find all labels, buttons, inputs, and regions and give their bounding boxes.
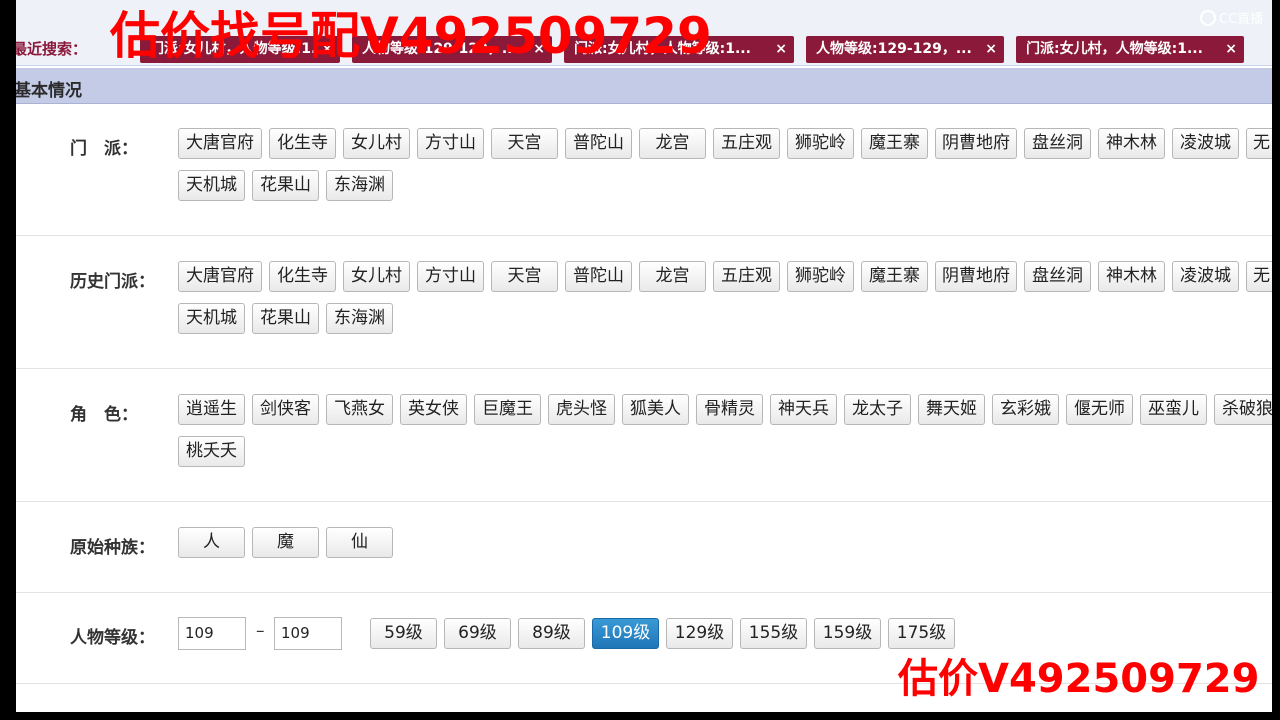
recent-search-chip-label: 人物等级:129-129，... [816, 41, 972, 57]
history-sect-option[interactable]: 狮驼岭 [787, 261, 854, 292]
history-sect-filter-row: 历史门派： 大唐官府 化生寺 女儿村 方寸山 天宫 普陀山 龙宫 五庄观 狮驼岭… [16, 237, 1272, 369]
section-header: 基本情况 [16, 68, 1272, 104]
history-sect-option[interactable]: 东海渊 [326, 303, 393, 334]
recent-search-chip[interactable]: 人物等级:129-129，... × [806, 36, 1004, 63]
level-preset-button[interactable]: 69级 [444, 618, 511, 649]
race-option[interactable]: 魔 [252, 527, 319, 558]
role-option[interactable]: 杀破狼 [1214, 394, 1272, 425]
level-preset-button[interactable]: 59级 [370, 618, 437, 649]
recent-search-chip[interactable]: 门派:女儿村，人物等级:1... × [1016, 36, 1244, 63]
role-option[interactable]: 剑侠客 [252, 394, 319, 425]
close-icon[interactable]: × [985, 36, 997, 63]
sect-option[interactable]: 神木林 [1098, 128, 1165, 159]
race-filter-label: 原始种族： [70, 538, 155, 558]
history-sect-option[interactable]: 阴曹地府 [935, 261, 1017, 292]
sect-option[interactable]: 天宫 [491, 128, 558, 159]
history-sect-option[interactable]: 龙宫 [639, 261, 706, 292]
role-option[interactable]: 狐美人 [622, 394, 689, 425]
sect-option[interactable]: 花果山 [252, 170, 319, 201]
history-sect-option[interactable]: 天宫 [491, 261, 558, 292]
level-preset-button[interactable]: 129级 [666, 618, 733, 649]
history-sect-option[interactable]: 五庄观 [713, 261, 780, 292]
role-option[interactable]: 骨精灵 [696, 394, 763, 425]
level-preset-button[interactable]: 89级 [518, 618, 585, 649]
recent-search-label: 最近搜索： [16, 40, 88, 58]
history-sect-option[interactable]: 魔王寨 [861, 261, 928, 292]
cc-logo-text: CC直播 [1219, 12, 1264, 27]
level-range-dash: – [256, 621, 265, 641]
sect-filter-row: 门 派： 大唐官府 化生寺 女儿村 方寸山 天宫 普陀山 龙宫 五庄观 狮驼岭 … [16, 106, 1272, 236]
cc-logo-icon [1200, 10, 1216, 26]
race-option[interactable]: 仙 [326, 527, 393, 558]
close-icon[interactable]: × [775, 36, 787, 63]
history-sect-option[interactable]: 凌波城 [1172, 261, 1239, 292]
history-sect-option[interactable]: 方寸山 [417, 261, 484, 292]
screen: 最近搜索： 门派:女儿村，人物等级:1... × 人物等级:129-129，..… [0, 0, 1280, 720]
close-icon[interactable]: × [1225, 36, 1237, 63]
level-preset-button[interactable]: 175级 [888, 618, 955, 649]
history-sect-option[interactable]: 女儿村 [343, 261, 410, 292]
role-option[interactable]: 虎头怪 [548, 394, 615, 425]
level-preset-button[interactable]: 159级 [814, 618, 881, 649]
level-preset-button[interactable]: 155级 [740, 618, 807, 649]
role-option[interactable]: 舞天姬 [918, 394, 985, 425]
history-sect-filter-label: 历史门派： [70, 272, 155, 292]
history-sect-option[interactable]: 大唐官府 [178, 261, 262, 292]
role-option[interactable]: 巫蛮儿 [1140, 394, 1207, 425]
level-preset-button-selected[interactable]: 109级 [592, 618, 659, 649]
sect-option[interactable]: 龙宫 [639, 128, 706, 159]
watermark-top: 估价找号配V492509729 [110, 7, 712, 65]
sect-option[interactable]: 大唐官府 [178, 128, 262, 159]
sect-option[interactable]: 普陀山 [565, 128, 632, 159]
sect-option[interactable]: 阴曹地府 [935, 128, 1017, 159]
section-title: 基本情况 [16, 81, 82, 101]
role-option[interactable]: 英女侠 [400, 394, 467, 425]
race-filter-row: 原始种族： 人 魔 仙 [16, 503, 1272, 593]
history-sect-option[interactable]: 神木林 [1098, 261, 1165, 292]
sect-option[interactable]: 化生寺 [269, 128, 336, 159]
sect-option[interactable]: 凌波城 [1172, 128, 1239, 159]
history-sect-option[interactable]: 普陀山 [565, 261, 632, 292]
sect-option[interactable]: 盘丝洞 [1024, 128, 1091, 159]
recent-search-chip-label: 门派:女儿村，人物等级:1... [1026, 41, 1203, 57]
history-sect-option[interactable]: 天机城 [178, 303, 245, 334]
role-option[interactable]: 玄彩娥 [992, 394, 1059, 425]
sect-option[interactable]: 女儿村 [343, 128, 410, 159]
sect-option[interactable]: 无 [1246, 128, 1272, 159]
role-option[interactable]: 神天兵 [770, 394, 837, 425]
sect-option[interactable]: 狮驼岭 [787, 128, 854, 159]
role-filter-row: 角 色： 逍遥生 剑侠客 飞燕女 英女侠 巨魔王 虎头怪 狐美人 骨精灵 神天兵… [16, 370, 1272, 502]
race-option[interactable]: 人 [178, 527, 245, 558]
history-sect-option[interactable]: 盘丝洞 [1024, 261, 1091, 292]
role-option[interactable]: 飞燕女 [326, 394, 393, 425]
sect-option[interactable]: 五庄观 [713, 128, 780, 159]
level-filter-label: 人物等级： [70, 628, 155, 648]
level-min-input[interactable]: 109 [178, 617, 246, 650]
cc-logo: CC直播 [1200, 8, 1263, 27]
role-option[interactable]: 龙太子 [844, 394, 911, 425]
role-option[interactable]: 逍遥生 [178, 394, 245, 425]
sect-option[interactable]: 东海渊 [326, 170, 393, 201]
history-sect-option[interactable]: 花果山 [252, 303, 319, 334]
sect-option[interactable]: 天机城 [178, 170, 245, 201]
history-sect-option[interactable]: 化生寺 [269, 261, 336, 292]
watermark-bottom: 估价V492509729 [898, 656, 1260, 702]
role-filter-label: 角 色： [70, 405, 138, 425]
history-sect-option[interactable]: 无 [1246, 261, 1272, 292]
sect-option[interactable]: 方寸山 [417, 128, 484, 159]
level-max-input[interactable]: 109 [274, 617, 342, 650]
role-option[interactable]: 桃夭夭 [178, 436, 245, 467]
search-page: 最近搜索： 门派:女儿村，人物等级:1... × 人物等级:129-129，..… [16, 0, 1272, 712]
role-option[interactable]: 巨魔王 [474, 394, 541, 425]
role-option[interactable]: 偃无师 [1066, 394, 1133, 425]
sect-option[interactable]: 魔王寨 [861, 128, 928, 159]
sect-filter-label: 门 派： [70, 139, 138, 159]
